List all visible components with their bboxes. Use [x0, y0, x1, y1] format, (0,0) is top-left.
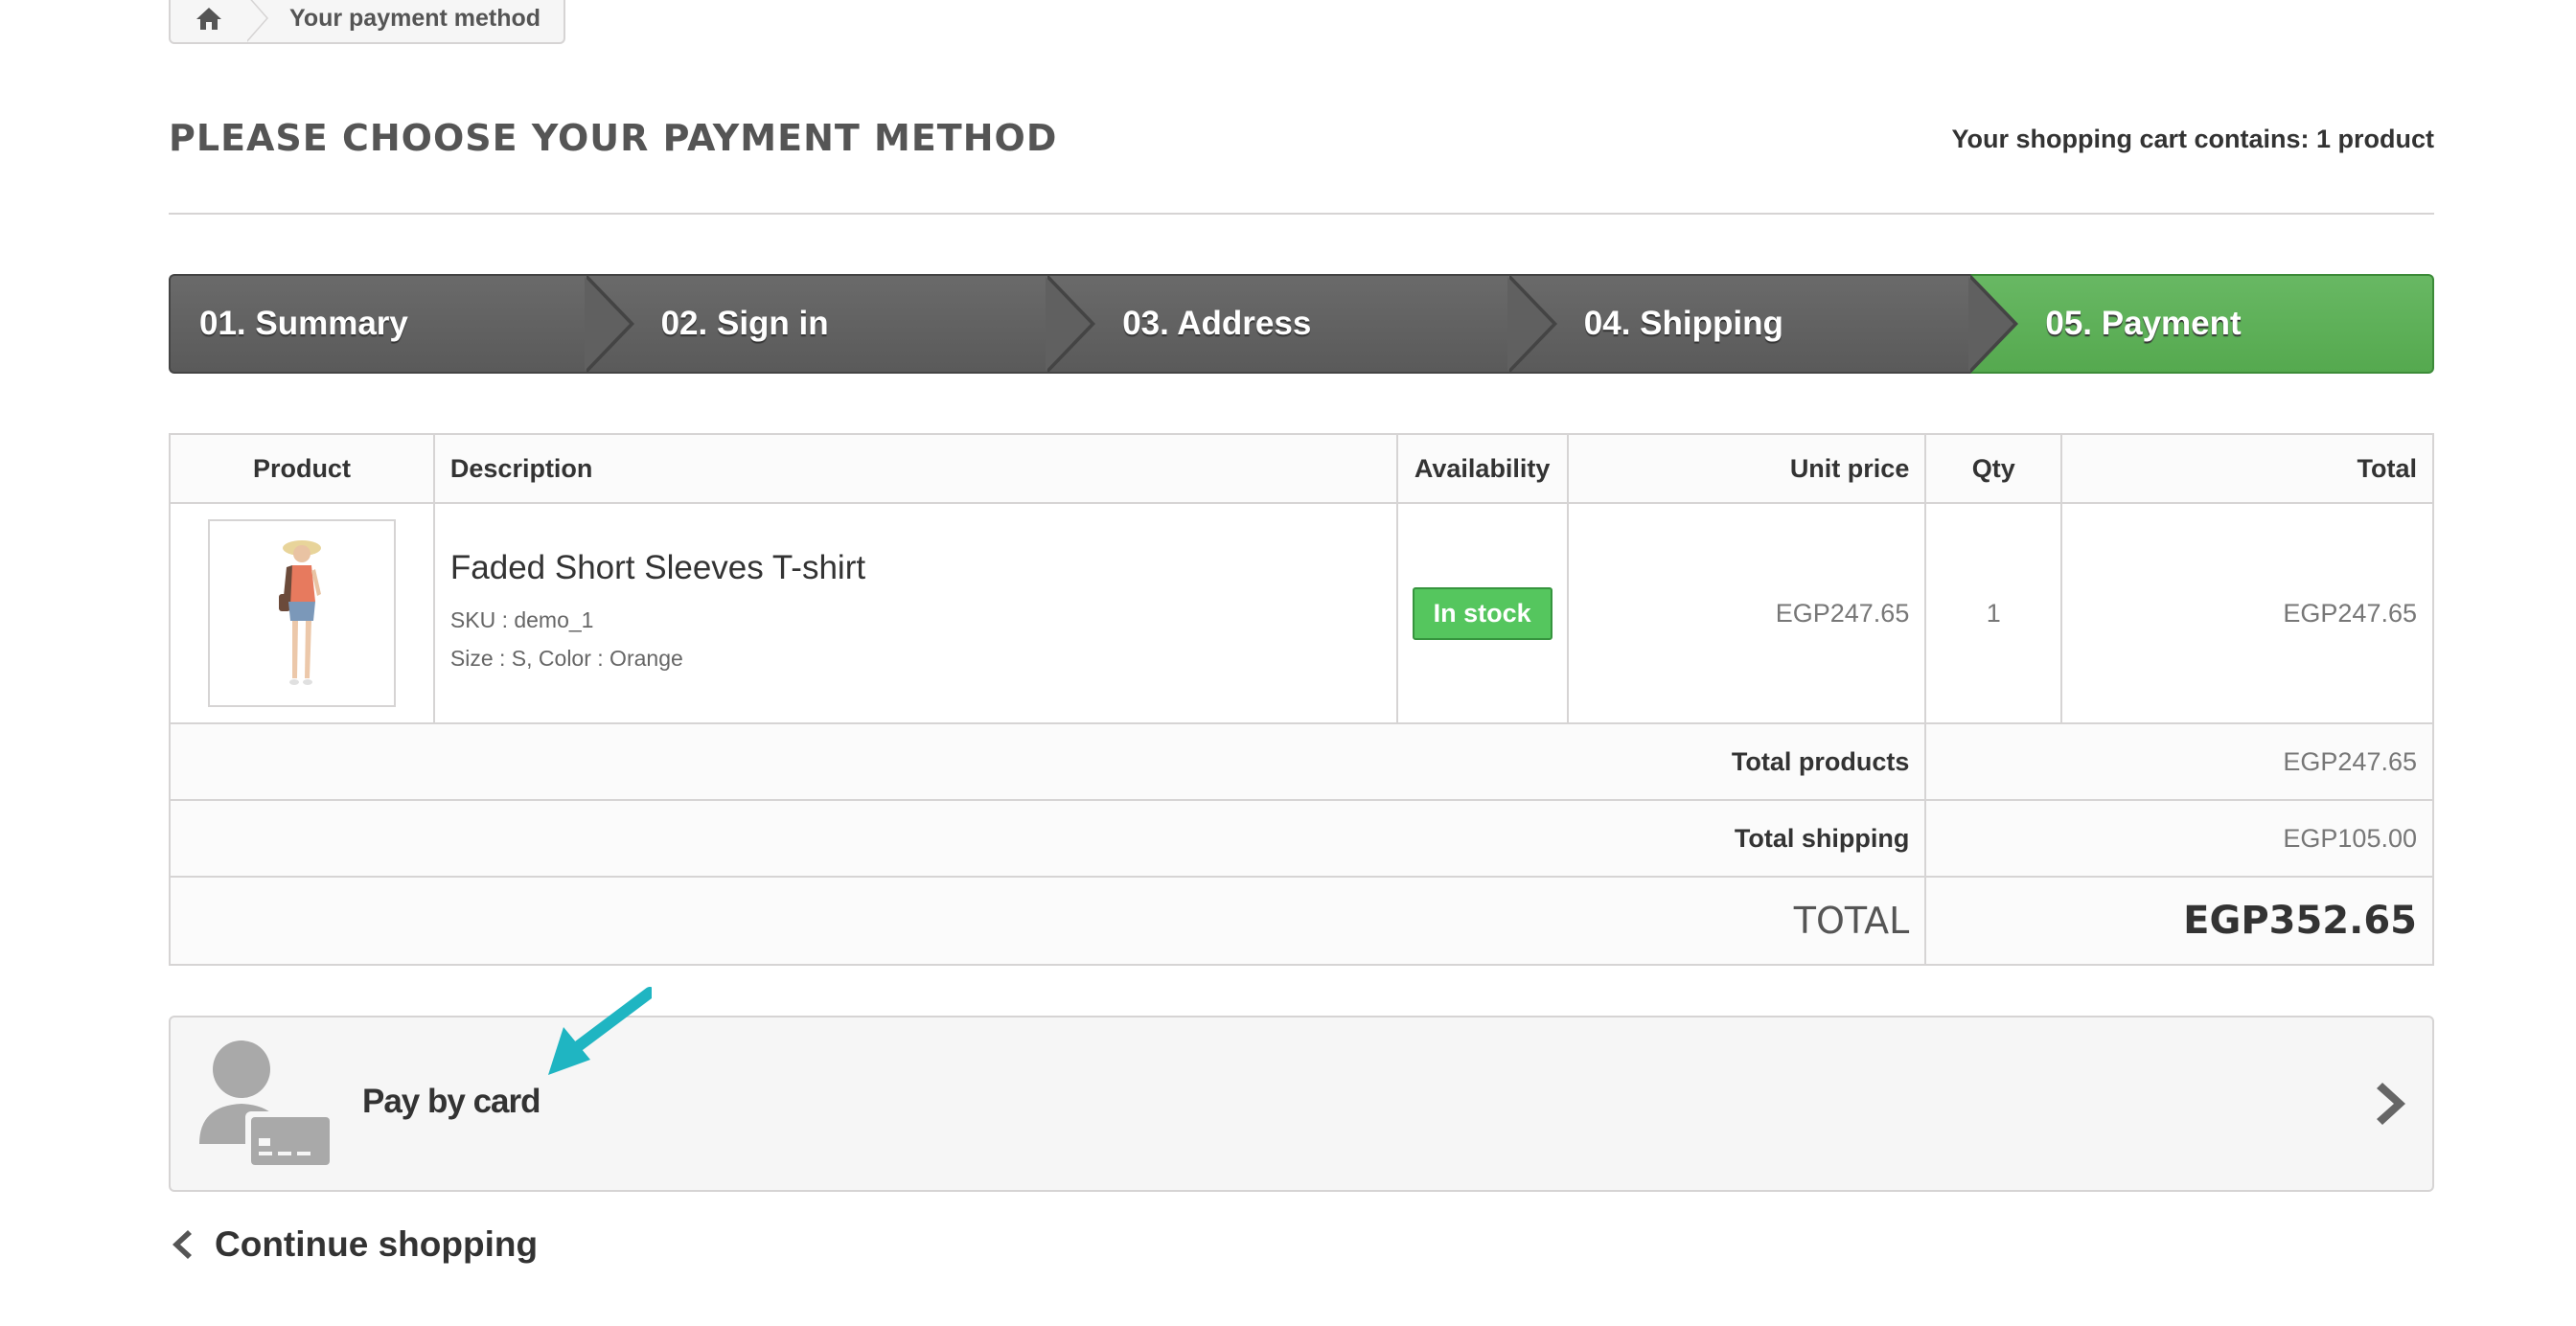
step-payment: 05. Payment: [1970, 274, 2434, 374]
col-availability: Availability: [1395, 433, 1569, 504]
col-unit-price: Unit price: [1566, 433, 1927, 504]
total-products-row: Total products EGP247.65: [168, 722, 2434, 801]
col-product: Product: [169, 433, 435, 504]
checkout-steps: 01. Summary 02. Sign in 03. Address 04. …: [169, 274, 2434, 374]
product-sku: SKU : demo_1: [449, 607, 594, 632]
step-sign-in[interactable]: 02. Sign in: [586, 274, 1096, 374]
line-total: EGP247.65: [2060, 502, 2434, 724]
table-header-row: Product Description Availability Unit pr…: [169, 433, 2434, 504]
product-attributes: Size : S, Color : Orange: [449, 646, 683, 671]
unit-price: EGP247.65: [1566, 502, 1927, 724]
step-shipping[interactable]: 04. Shipping: [1508, 274, 2019, 374]
cart-table: Product Description Availability Unit pr…: [168, 433, 2434, 966]
total-shipping-label: Total shipping: [168, 799, 1927, 878]
step-label: 02. Sign in: [660, 305, 829, 342]
cart-summary: Your shopping cart contains: 1 product: [1951, 125, 2434, 153]
pay-by-card-option[interactable]: Pay by card: [169, 1016, 2434, 1192]
quantity: 1: [1924, 502, 2063, 724]
status-badge: In stock: [1412, 586, 1552, 640]
home-icon: [196, 8, 221, 30]
divider: [169, 213, 2434, 215]
breadcrumb-current: Your payment method: [289, 4, 541, 32]
total-products-label: Total products: [168, 722, 1927, 801]
breadcrumb: Your payment method: [169, 0, 566, 44]
col-qty: Qty: [1924, 433, 2063, 504]
grand-total-value: EGP352.65: [1924, 876, 2434, 966]
total-shipping-value: EGP105.00: [1924, 799, 2434, 878]
continue-shopping-label: Continue shopping: [215, 1224, 539, 1264]
step-label: 05. Payment: [2045, 305, 2242, 342]
step-summary[interactable]: 01. Summary: [169, 274, 634, 374]
total-shipping-row: Total shipping EGP105.00: [168, 799, 2434, 878]
continue-shopping-link[interactable]: Continue shopping: [169, 1224, 538, 1265]
availability-cell: In stock: [1395, 502, 1569, 724]
page-title: PLEASE CHOOSE YOUR PAYMENT METHOD: [169, 117, 1058, 159]
grand-total-row: TOTAL EGP352.65: [168, 876, 2434, 966]
col-description: Description: [432, 433, 1398, 504]
chevron-left-icon: [172, 1230, 192, 1259]
step-label: 01. Summary: [199, 305, 408, 342]
annotation-arrow-icon: [548, 987, 652, 1075]
step-label: 04. Shipping: [1583, 305, 1783, 342]
chevron-right-icon: [2377, 1083, 2405, 1125]
table-row: Faded Short Sleeves T-shirt SKU : demo_1…: [169, 502, 2434, 724]
product-image-cell: [169, 502, 435, 724]
product-image[interactable]: [207, 519, 396, 707]
user-card-icon: [199, 1040, 334, 1169]
step-address[interactable]: 03. Address: [1047, 274, 1557, 374]
total-products-value: EGP247.65: [1924, 722, 2434, 801]
breadcrumb-home-link[interactable]: [171, 0, 268, 42]
step-label: 03. Address: [1122, 305, 1312, 342]
grand-total-label: TOTAL: [168, 876, 1927, 966]
model-figure-image: [278, 540, 321, 685]
product-name-link[interactable]: Faded Short Sleeves T-shirt: [450, 549, 1395, 587]
product-description-cell: Faded Short Sleeves T-shirt SKU : demo_1…: [432, 502, 1398, 724]
col-total: Total: [2060, 433, 2434, 504]
pay-by-card-label: Pay by card: [362, 1083, 540, 1120]
